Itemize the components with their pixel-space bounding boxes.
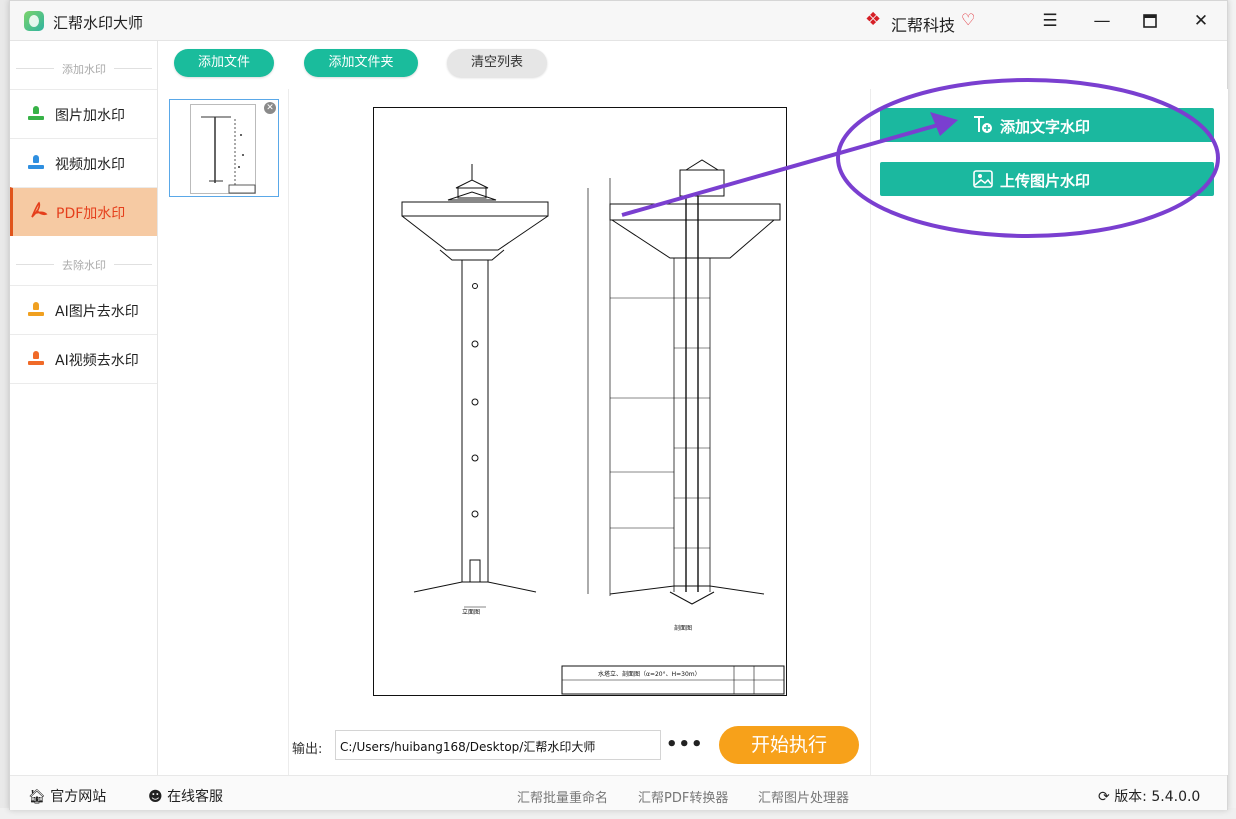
sidebar-item-label: AI图片去水印 [55, 304, 139, 320]
brand-name: 汇帮科技 [891, 16, 956, 35]
close-icon[interactable]: ✕ [1187, 9, 1215, 33]
svg-text:立面图: 立面图 [462, 608, 480, 616]
home-icon: 🏠︎ [28, 789, 46, 805]
pdf-page-preview: 立面图 剖面图 水塔立、剖面图（α=20°、H=30m） [373, 107, 787, 696]
add-folder-button[interactable]: 添加文件夹 [304, 49, 418, 77]
water-tower-drawing: 立面图 剖面图 水塔立、剖面图（α=20°、H=30m） [401, 159, 785, 695]
add-text-watermark-button[interactable]: 添加文字水印 [880, 108, 1214, 142]
app-title: 汇帮水印大师 [53, 14, 144, 32]
website-label: 官方网站 [50, 789, 107, 805]
version-label: 版本: 5.4.0.0 [1114, 789, 1201, 805]
footer-link-rename[interactable]: 汇帮批量重命名 [517, 787, 608, 806]
text-plus-icon [972, 115, 994, 135]
minimize-icon[interactable]: — [1088, 9, 1116, 33]
brand-heart-icon: ♡ [961, 10, 976, 29]
refresh-icon: ⟳ [1098, 789, 1110, 805]
image-icon [972, 169, 994, 189]
thumbnail-page-image [190, 104, 256, 194]
support-link[interactable]: ☻ 在线客服 [148, 786, 223, 806]
video-stamp-icon [28, 154, 44, 171]
sidebar-item-ai-video-remove[interactable]: AI视频去水印 [10, 334, 157, 384]
upload-image-watermark-label: 上传图片水印 [1000, 172, 1091, 190]
ai-image-stamp-icon [28, 301, 44, 318]
sidebar-item-label: AI视频去水印 [55, 353, 139, 369]
sidebar-item-ai-image-remove[interactable]: AI图片去水印 [10, 285, 157, 334]
desktop-background [1228, 0, 1236, 819]
maximize-icon[interactable] [1136, 9, 1164, 33]
pdf-icon [29, 200, 49, 225]
file-thumbnail[interactable]: ✕ [169, 99, 279, 197]
sidebar-item-pdf-watermark[interactable]: PDF加水印 [10, 187, 157, 236]
title-bar: 汇帮水印大师 ❖ 汇帮科技 ♡ ☰ — ✕ [10, 1, 1227, 41]
ai-video-stamp-icon [28, 350, 44, 367]
version-info: ⟳ 版本: 5.4.0.0 [1098, 786, 1200, 806]
sidebar: 添加水印 图片加水印 视频加水印 PDF加水印 去除水印 AI图片去水印 AI视… [10, 41, 158, 775]
sidebar-item-label: 图片加水印 [55, 108, 125, 124]
brand-logo-icon: ❖ [865, 9, 882, 30]
output-label: 输出: [292, 742, 323, 757]
support-label: 在线客服 [167, 789, 224, 805]
file-thumbnail-list: ✕ [159, 89, 289, 775]
footer-link-image-processor[interactable]: 汇帮图片处理器 [758, 787, 849, 806]
app-window: 汇帮水印大师 ❖ 汇帮科技 ♡ ☰ — ✕ 添加水印 图片加水印 视频加水印 P… [9, 0, 1228, 810]
app-logo-icon [24, 11, 44, 31]
section-label-add: 添加水印 [10, 61, 158, 77]
sidebar-item-image-watermark[interactable]: 图片加水印 [10, 89, 157, 138]
upload-image-watermark-button[interactable]: 上传图片水印 [880, 162, 1214, 196]
hamburger-icon[interactable]: ☰ [1036, 9, 1064, 33]
bottom-bar: 🏠︎ 官方网站 ☻ 在线客服 汇帮批量重命名 汇帮PDF转换器 汇帮图片处理器 … [10, 775, 1227, 810]
start-button[interactable]: 开始执行 [719, 726, 859, 764]
svg-text:水塔立、剖面图（α=20°、H=30m）: 水塔立、剖面图（α=20°、H=30m） [598, 670, 701, 678]
remove-file-icon[interactable]: ✕ [264, 102, 276, 114]
add-file-button[interactable]: 添加文件 [174, 49, 274, 77]
website-link[interactable]: 🏠︎ 官方网站 [28, 786, 106, 806]
clear-list-button[interactable]: 清空列表 [447, 49, 547, 77]
sidebar-item-video-watermark[interactable]: 视频加水印 [10, 138, 157, 187]
footer-link-pdf-converter[interactable]: 汇帮PDF转换器 [638, 787, 728, 806]
output-path-input[interactable]: C:/Users/huibang168/Desktop/汇帮水印大师 [335, 730, 661, 760]
headset-icon: ☻ [148, 789, 163, 805]
add-text-watermark-label: 添加文字水印 [1000, 118, 1091, 136]
section-label-remove: 去除水印 [10, 257, 158, 273]
browse-more-button[interactable]: ••• [666, 734, 704, 755]
image-stamp-icon [28, 105, 44, 122]
svg-text:剖面图: 剖面图 [674, 624, 692, 632]
sidebar-item-label: 视频加水印 [55, 157, 125, 173]
watermark-panel: 添加文字水印 上传图片水印 [870, 89, 1228, 775]
pdf-preview: 立面图 剖面图 水塔立、剖面图（α=20°、H=30m） [290, 89, 870, 775]
sidebar-item-label: PDF加水印 [56, 206, 126, 222]
